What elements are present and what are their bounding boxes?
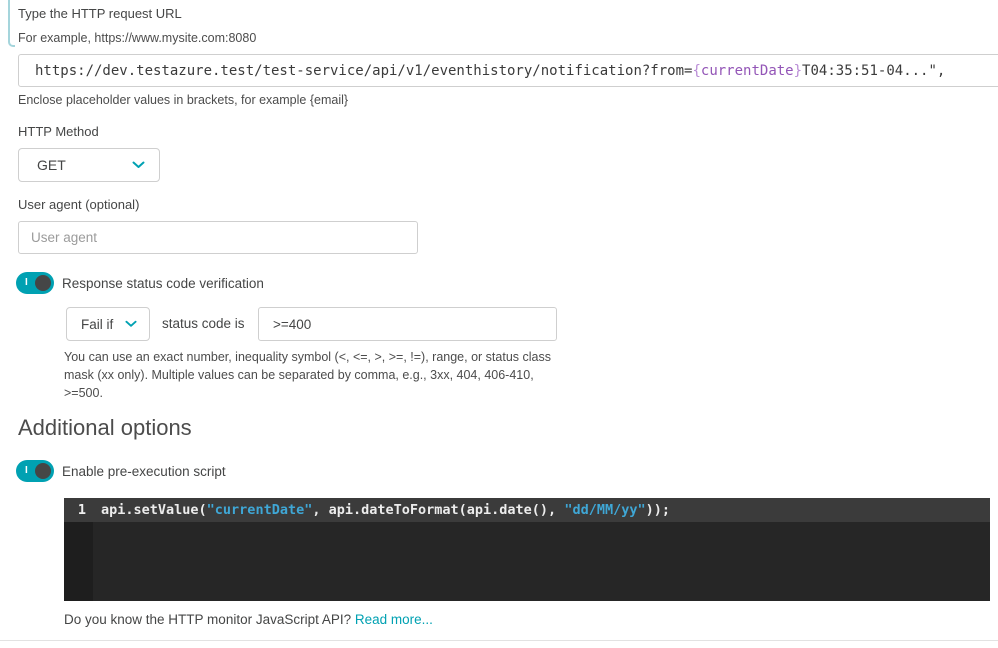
http-method-label: HTTP Method	[18, 124, 99, 139]
chevron-down-icon	[125, 320, 137, 327]
url-brace-open: {	[692, 62, 701, 79]
footer-text: Do you know the HTTP monitor JavaScript …	[64, 612, 355, 627]
toggle-knob	[35, 463, 51, 479]
status-verification-label: Response status code verification	[62, 276, 264, 291]
user-agent-input[interactable]	[18, 221, 418, 254]
chevron-down-icon	[132, 161, 145, 168]
code-string: "currentDate"	[206, 502, 313, 518]
code-string: "dd/MM/yy"	[564, 502, 646, 518]
request-url-example: For example, https://www.mysite.com:8080	[18, 31, 257, 45]
section-bracket-decoration	[8, 0, 15, 47]
request-url-input[interactable]: https://dev.testazure.test/test-service/…	[18, 54, 998, 87]
pre-execution-script-editor[interactable]: 1 api.setValue("currentDate", api.dateTo…	[64, 498, 990, 601]
placeholder-hint: Enclose placeholder values in brackets, …	[18, 93, 349, 107]
request-url-label: Type the HTTP request URL	[18, 6, 182, 21]
http-method-dropdown[interactable]: GET	[18, 148, 160, 182]
status-verification-toggle[interactable]: I	[16, 272, 54, 294]
url-prefix: https://dev.testazure.test/test-service/…	[35, 62, 693, 79]
toggle-on-mark: I	[25, 277, 28, 288]
url-placeholder-token: currentDate	[700, 62, 794, 79]
line-number: 1	[77, 502, 86, 518]
additional-options-heading: Additional options	[18, 415, 192, 440]
user-agent-label: User agent (optional)	[18, 197, 140, 212]
url-brace-close: }	[793, 62, 803, 79]
code-plain: , api.dateToFormat(api.date(),	[312, 502, 565, 518]
code-line: api.setValue("currentDate", api.dateToFo…	[93, 502, 670, 518]
toggle-on-mark: I	[25, 465, 28, 476]
editor-active-line: 1 api.setValue("currentDate", api.dateTo…	[64, 498, 990, 522]
pre-execution-label: Enable pre-execution script	[62, 464, 226, 479]
hint-line-3: >=500.	[64, 386, 103, 400]
http-method-value: GET	[37, 157, 66, 173]
status-code-input[interactable]	[258, 307, 557, 341]
status-code-is-label: status code is	[162, 316, 245, 331]
toggle-knob	[35, 275, 51, 291]
fail-if-dropdown[interactable]: Fail if	[66, 307, 150, 341]
pre-execution-toggle[interactable]: I	[16, 460, 54, 482]
code-plain: ));	[645, 502, 670, 518]
status-code-hint: You can use an exact number, inequality …	[64, 348, 584, 402]
bottom-divider	[0, 640, 998, 641]
javascript-api-footer: Do you know the HTTP monitor JavaScript …	[64, 612, 433, 627]
hint-line-2: mask (xx only). Multiple values can be s…	[64, 368, 534, 382]
hint-line-1: You can use an exact number, inequality …	[64, 350, 551, 364]
http-monitor-settings-panel: Type the HTTP request URL For example, h…	[0, 0, 998, 648]
url-suffix: T04:35:51-04...",	[802, 62, 946, 79]
read-more-link[interactable]: Read more...	[355, 612, 433, 627]
fail-if-value: Fail if	[81, 316, 114, 332]
code-plain: api.setValue(	[101, 502, 207, 518]
